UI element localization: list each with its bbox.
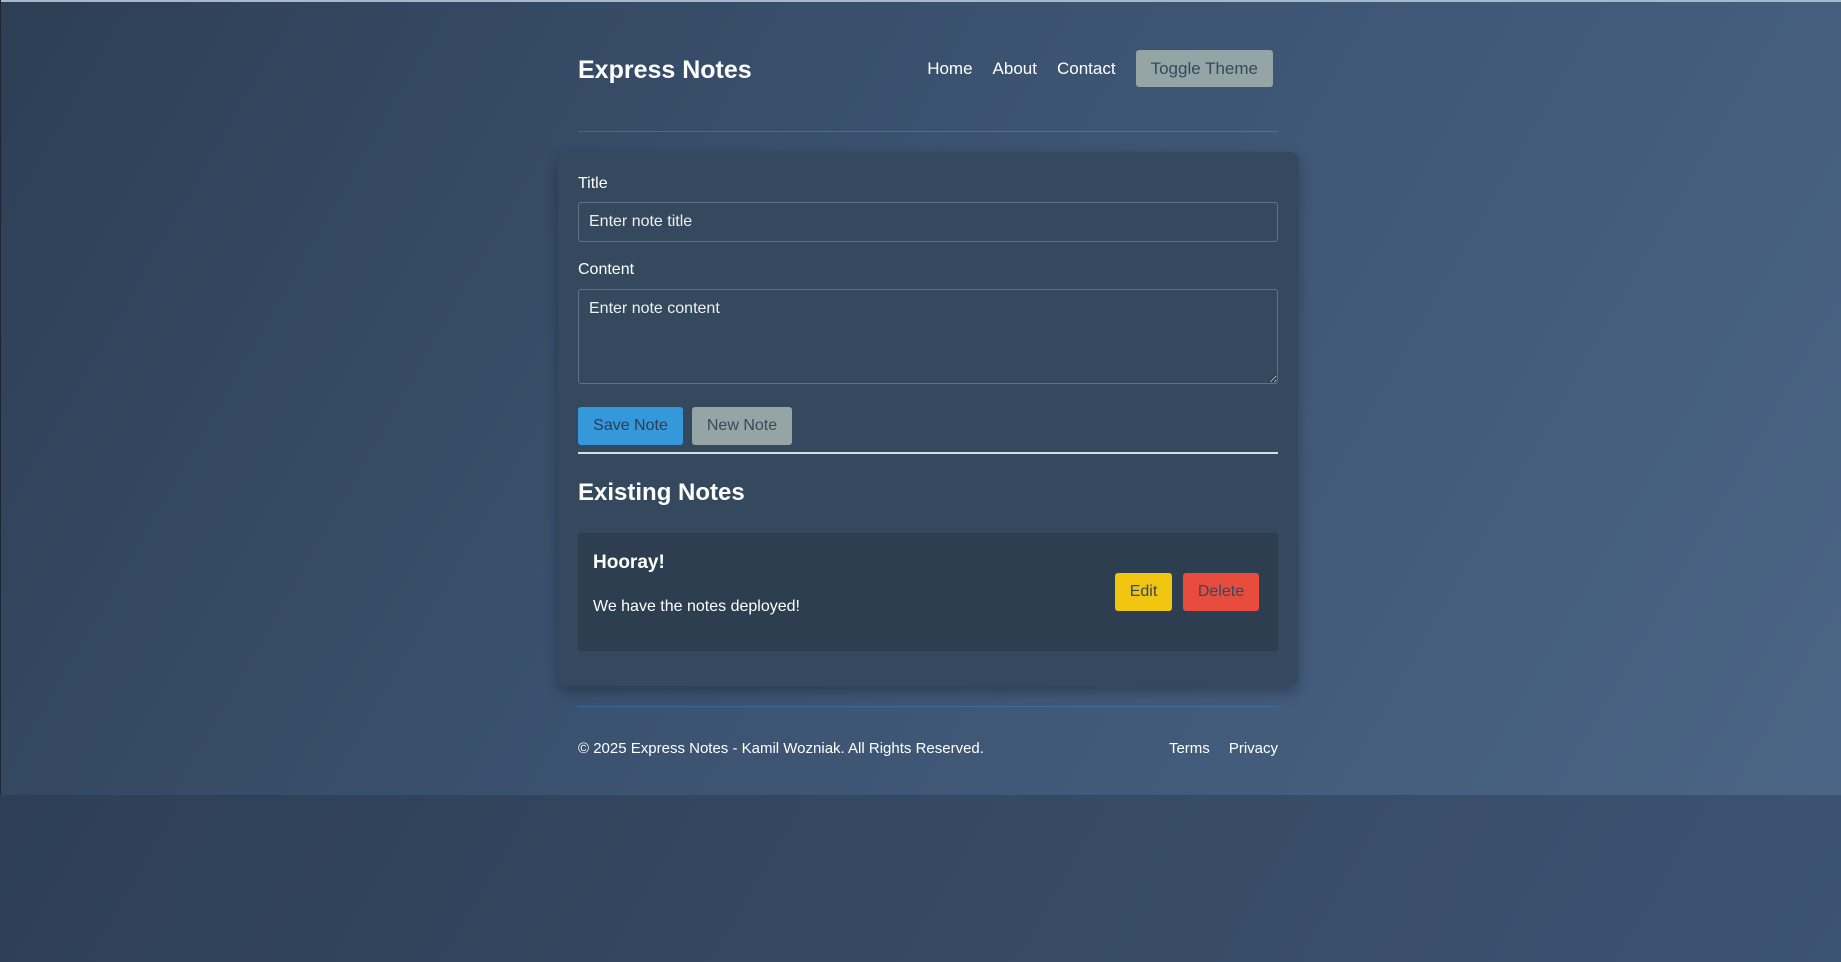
content-label: Content [578,261,635,278]
note-title: Hooray! [593,552,665,573]
note-item: Hooray! We have the notes deployed! Edit… [578,533,1278,651]
save-note-button[interactable]: Save Note [578,407,683,445]
main-nav: Home About Contact Toggle Theme [927,50,1278,87]
top-border [0,0,1841,2]
footer-link-privacy[interactable]: Privacy [1229,740,1278,757]
existing-notes-heading: Existing Notes [578,479,745,506]
site-header: Express Notes Home About Contact Toggle … [578,48,1278,132]
footer-link-terms[interactable]: Terms [1169,740,1210,757]
copyright-text: © 2025 Express Notes - Kamil Wozniak. Al… [578,740,984,757]
toggle-theme-button[interactable]: Toggle Theme [1135,50,1273,87]
brand-title: Express Notes [578,56,752,84]
nav-link-contact[interactable]: Contact [1057,59,1116,79]
edit-note-button[interactable]: Edit [1115,573,1172,611]
below-page-area [0,795,1841,962]
site-footer: © 2025 Express Notes - Kamil Wozniak. Al… [578,706,1278,766]
nav-link-about[interactable]: About [993,59,1037,79]
title-label: Title [578,175,608,192]
content-textarea[interactable] [578,289,1278,384]
new-note-button[interactable]: New Note [692,407,792,445]
notes-card: Title Content Save Note New Note Existin… [558,152,1298,686]
note-content: We have the notes deployed! [593,598,800,615]
footer-links: Terms Privacy [1150,740,1278,757]
nav-link-home[interactable]: Home [927,59,972,79]
delete-note-button[interactable]: Delete [1183,573,1259,611]
section-divider [578,452,1278,454]
left-border [0,0,1,795]
title-input[interactable] [578,202,1278,242]
